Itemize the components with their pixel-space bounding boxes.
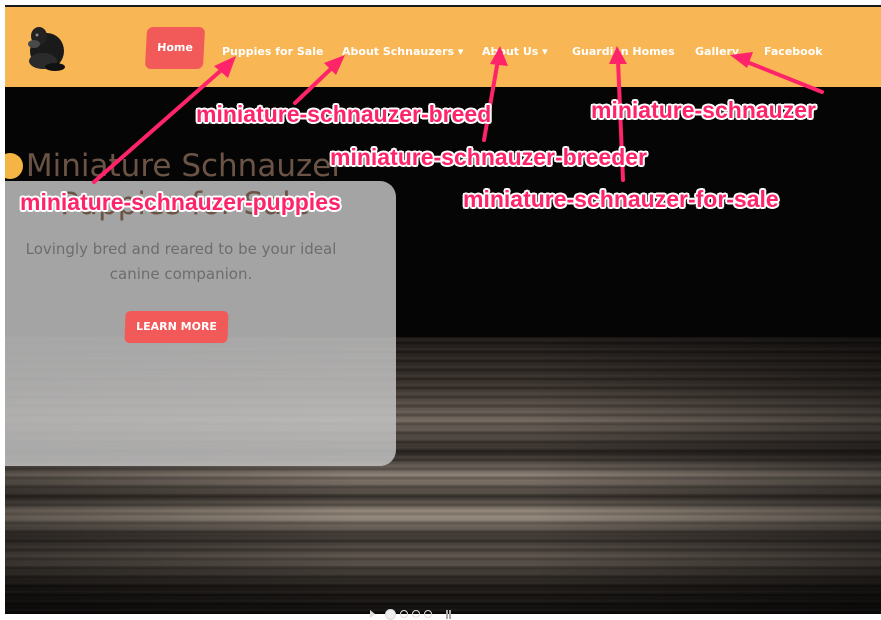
nav-gallery-link[interactable]: Gallery (695, 45, 739, 59)
annotation-breed: miniature-schnauzer-breed (196, 101, 492, 127)
hero-title-line1: Miniature Schnauzer (25, 148, 345, 184)
annotation-breeder: miniature-schnauzer-breeder (330, 144, 647, 170)
schnauzer-logo[interactable] (21, 21, 73, 73)
carousel-controls (370, 608, 451, 620)
pause-icon[interactable] (446, 609, 451, 619)
hero-subtitle-line2: canine companion. (109, 265, 253, 283)
annotation-for-sale: miniature-schnauzer-for-sale (463, 186, 779, 212)
annotation-schnauzer: miniature-schnauzer (591, 97, 816, 123)
hero-subtitle-line1: Lovingly bred and reared to be your idea… (25, 240, 337, 258)
carousel-dot-2[interactable] (400, 610, 408, 618)
navbar: Home Puppies for Sale About Schnauzers ▾… (5, 7, 881, 87)
play-icon[interactable] (370, 610, 375, 618)
carousel-dot-3[interactable] (412, 610, 420, 618)
nav-puppies-link[interactable]: Puppies for Sale (222, 45, 323, 59)
nav-guardian-homes-link[interactable]: Guardian Homes (572, 45, 675, 59)
annotation-puppies: miniature-schnauzer-puppies (20, 189, 341, 215)
carousel-dot-4[interactable] (424, 610, 432, 618)
carousel-dot-1[interactable] (385, 608, 396, 620)
nav-facebook-link[interactable]: Facebook (764, 45, 823, 59)
nav-about-schnauzers-link[interactable]: About Schnauzers ▾ (342, 45, 463, 59)
nav-home-button[interactable]: Home (144, 27, 206, 69)
hero-subtitle: Lovingly bred and reared to be your idea… (5, 237, 357, 287)
nav-about-us-link[interactable]: About Us ▾ (482, 45, 548, 59)
learn-more-button[interactable]: LEARN MORE (124, 311, 229, 343)
